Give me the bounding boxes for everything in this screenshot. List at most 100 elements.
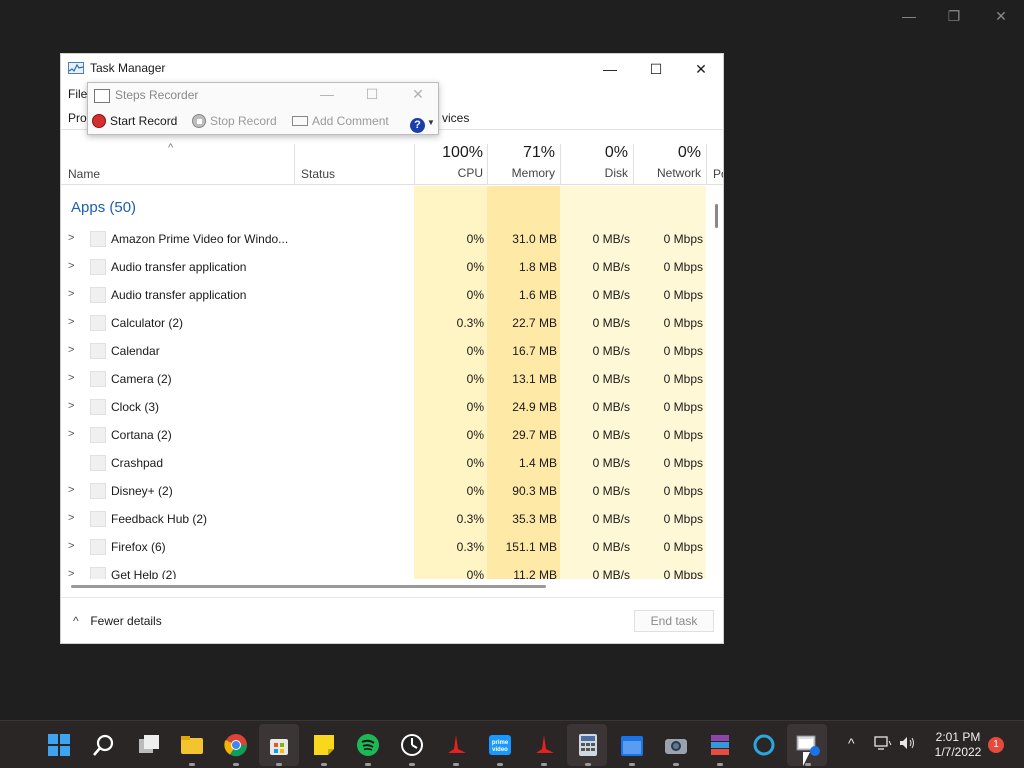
add-comment-button[interactable]: Add Comment xyxy=(292,114,389,128)
disk-cell: 0 MB/s xyxy=(592,260,630,274)
table-row[interactable]: > Firefox (6) 0.3% 151.1 MB 0 MB/s 0 Mbps xyxy=(61,533,707,561)
process-list[interactable]: Apps (50) > Amazon Prime Video for Windo.… xyxy=(61,186,723,579)
network-icon[interactable] xyxy=(874,735,892,754)
column-header-network[interactable]: 0% Network xyxy=(629,144,701,180)
memory-cell: 35.3 MB xyxy=(512,512,557,526)
red-app-2-icon[interactable] xyxy=(532,733,556,757)
chevron-right-icon[interactable]: > xyxy=(68,316,78,328)
group-apps[interactable]: Apps (50) xyxy=(71,199,136,216)
sr-maximize-button[interactable]: ☐ xyxy=(359,86,385,103)
chevron-right-icon[interactable]: > xyxy=(68,568,78,579)
memory-cell: 16.7 MB xyxy=(512,344,557,358)
red-app-icon[interactable] xyxy=(444,733,468,757)
table-row[interactable]: > Feedback Hub (2) 0.3% 35.3 MB 0 MB/s 0 Mbps xyxy=(61,505,707,533)
chevron-right-icon[interactable]: > xyxy=(68,232,78,244)
column-header-power[interactable]: Po xyxy=(713,167,723,181)
stop-record-button[interactable]: Stop Record xyxy=(192,114,277,128)
mouse-cursor-icon xyxy=(803,752,810,766)
chevron-right-icon[interactable]: > xyxy=(68,372,78,384)
disk-cell: 0 MB/s xyxy=(592,428,630,442)
column-header-cpu[interactable]: 100% CPU xyxy=(411,144,483,180)
memory-cell: 13.1 MB xyxy=(512,372,557,386)
chevron-right-icon[interactable]: > xyxy=(68,344,78,356)
record-icon xyxy=(92,114,106,128)
chevron-right-icon[interactable]: > xyxy=(68,512,78,524)
disk-cell: 0 MB/s xyxy=(592,512,630,526)
cortana-icon[interactable] xyxy=(752,733,776,757)
table-row[interactable]: > Audio transfer application 0% 1.8 MB 0 MB/… xyxy=(61,253,707,281)
help-button[interactable]: ? ▼ xyxy=(410,114,435,133)
table-row[interactable]: > Audio transfer application 0% 1.6 MB 0 MB/… xyxy=(61,281,707,309)
chevron-right-icon[interactable]: > xyxy=(68,288,78,300)
table-row[interactable]: > Disney+ (2) 0% 90.3 MB 0 MB/s 0 Mbps xyxy=(61,477,707,505)
memory-cell: 1.8 MB xyxy=(518,260,557,274)
start-record-button[interactable]: Start Record xyxy=(92,114,177,128)
end-task-button[interactable]: End task xyxy=(634,610,714,632)
start-icon[interactable] xyxy=(47,733,71,757)
tab-services[interactable]: vices xyxy=(442,111,469,125)
app-icon xyxy=(90,455,106,471)
app-icon xyxy=(90,399,106,415)
minimize-button[interactable]: — xyxy=(590,57,630,81)
sr-minimize-button[interactable]: — xyxy=(314,86,340,102)
maximize-button[interactable]: ☐ xyxy=(636,57,676,81)
cpu-cell: 0.3% xyxy=(456,316,484,330)
prime-video-icon[interactable]: prime video xyxy=(488,733,512,757)
chrome-icon[interactable] xyxy=(224,733,248,757)
process-name: Cortana (2) xyxy=(111,428,172,442)
table-row[interactable]: Crashpad 0% 1.4 MB 0 MB/s 0 Mbps xyxy=(61,449,707,477)
column-header-disk[interactable]: 0% Disk xyxy=(556,144,628,180)
notification-badge[interactable]: 1 xyxy=(988,737,1004,753)
show-hidden-icons-chevron-icon[interactable]: ^ xyxy=(848,735,855,751)
table-row[interactable]: > Get Help (2) 0% 11.2 MB 0 MB/s 0 Mbps xyxy=(61,561,707,579)
search-icon[interactable] xyxy=(92,733,116,757)
menu-file[interactable]: File xyxy=(68,87,87,101)
clock-icon[interactable] xyxy=(400,733,424,757)
column-header-name[interactable]: Name xyxy=(68,167,100,181)
running-indicator xyxy=(717,763,723,766)
memory-cell: 24.9 MB xyxy=(512,400,557,414)
sticky-notes-icon[interactable] xyxy=(312,733,336,757)
calendar-icon[interactable] xyxy=(620,733,644,757)
fewer-details-button[interactable]: ^ Fewer details xyxy=(73,614,162,628)
file-explorer-icon[interactable] xyxy=(180,733,204,757)
winrar-icon[interactable] xyxy=(708,733,732,757)
chevron-right-icon[interactable]: > xyxy=(68,400,78,412)
process-name: Audio transfer application xyxy=(111,260,247,274)
column-header-status[interactable]: Status xyxy=(301,167,335,181)
memory-label: Memory xyxy=(511,166,555,180)
running-indicator xyxy=(365,763,371,766)
sr-close-button[interactable]: ✕ xyxy=(405,86,431,103)
calculator-icon[interactable] xyxy=(576,733,600,757)
chevron-right-icon[interactable]: > xyxy=(68,260,78,272)
network-cell: 0 Mbps xyxy=(663,372,703,386)
horizontal-scrollbar-thumb[interactable] xyxy=(71,585,546,588)
table-row[interactable]: > Cortana (2) 0% 29.7 MB 0 MB/s 0 Mbps xyxy=(61,421,707,449)
table-row[interactable]: > Camera (2) 0% 13.1 MB 0 MB/s 0 Mbps xyxy=(61,365,707,393)
app-icon xyxy=(90,259,106,275)
tab-processes[interactable]: Pro xyxy=(68,111,87,125)
network-cell: 0 Mbps xyxy=(663,568,703,579)
system-clock[interactable]: 2:01 PM 1/7/2022 xyxy=(930,730,986,760)
vertical-scrollbar-thumb[interactable] xyxy=(715,204,718,228)
task-manager-titlebar[interactable]: Task Manager — ☐ ✕ xyxy=(61,54,723,84)
cpu-cell: 0% xyxy=(466,568,484,579)
chevron-right-icon[interactable]: > xyxy=(68,484,78,496)
volume-icon[interactable] xyxy=(898,735,916,754)
host-close-button[interactable]: ✕ xyxy=(989,6,1013,26)
host-restore-button[interactable]: ❐ xyxy=(942,6,966,26)
table-row[interactable]: > Calendar 0% 16.7 MB 0 MB/s 0 Mbps xyxy=(61,337,707,365)
steps-recorder-window: Steps Recorder — ☐ ✕ Start Record Stop R… xyxy=(87,82,439,135)
microsoft-store-icon[interactable] xyxy=(267,733,291,757)
task-view-icon[interactable] xyxy=(137,733,161,757)
spotify-icon[interactable] xyxy=(356,733,380,757)
table-row[interactable]: > Clock (3) 0% 24.9 MB 0 MB/s 0 Mbps xyxy=(61,393,707,421)
close-button[interactable]: ✕ xyxy=(681,57,721,81)
chevron-right-icon[interactable]: > xyxy=(68,428,78,440)
column-header-memory[interactable]: 71% Memory xyxy=(483,144,555,180)
host-minimize-button[interactable]: — xyxy=(897,6,921,26)
camera-icon[interactable] xyxy=(664,733,688,757)
chevron-right-icon[interactable]: > xyxy=(68,540,78,552)
table-row[interactable]: > Amazon Prime Video for Windo... 0% 31.0 M… xyxy=(61,225,707,253)
table-row[interactable]: > Calculator (2) 0.3% 22.7 MB 0 MB/s 0 Mbps xyxy=(61,309,707,337)
